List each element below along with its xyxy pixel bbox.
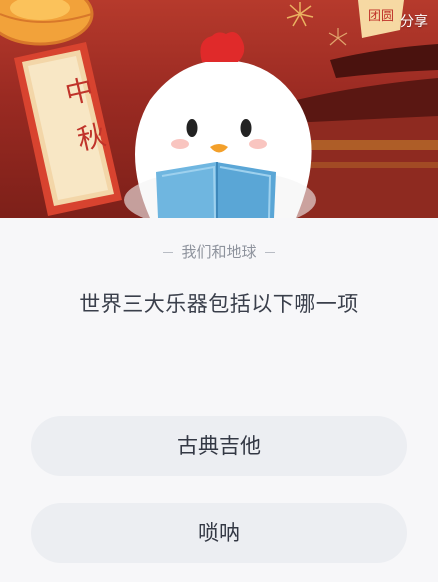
lantern-icon	[0, 0, 94, 46]
quiz-subtitle: 我们和地球	[181, 243, 257, 261]
chick-mascot-icon	[124, 32, 316, 218]
mid-autumn-illustration: 中 秋 团圆	[0, 0, 438, 218]
svg-text:团圆: 团圆	[368, 9, 394, 24]
quiz-category: 我们和地球	[0, 241, 438, 263]
reunion-badge: 团圆	[358, 0, 404, 38]
share-button[interactable]: 分享	[400, 11, 428, 31]
subtitle-right-dash	[264, 252, 275, 253]
answer-option-label: 唢呐	[198, 521, 240, 545]
quiz-question: 世界三大乐器包括以下哪一项	[79, 292, 359, 316]
answer-option-label: 古典吉他	[177, 434, 261, 458]
subtitle-left-dash	[163, 252, 174, 253]
firework-icon	[328, 28, 348, 46]
vertical-banner: 中 秋	[14, 42, 122, 216]
answer-option-1[interactable]: 古典吉他	[31, 416, 407, 476]
firework-icon	[286, 2, 314, 27]
answer-option-2[interactable]: 唢呐	[31, 503, 407, 563]
hero-banner: 中 秋 团圆 分享	[0, 0, 438, 218]
